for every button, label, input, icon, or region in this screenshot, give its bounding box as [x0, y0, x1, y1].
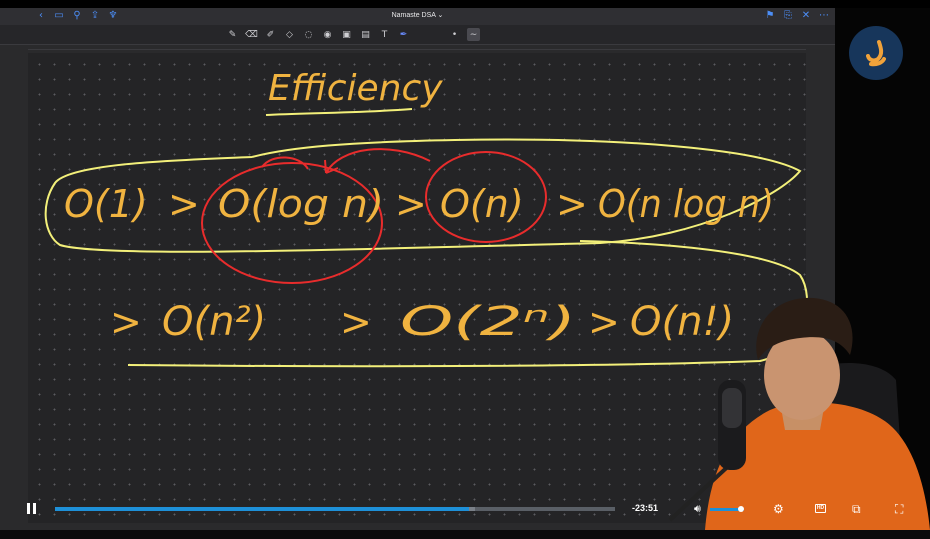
- gt-1: >: [168, 182, 200, 226]
- bottom-strip: [0, 530, 930, 539]
- hd-icon[interactable]: HD: [815, 504, 826, 513]
- bookmark-icon[interactable]: ⚑: [765, 10, 775, 22]
- presenter-video: [668, 297, 930, 530]
- settings-icon[interactable]: ⚙: [773, 502, 784, 516]
- gt-6: >: [588, 300, 620, 344]
- pen-icon[interactable]: ✎: [226, 28, 239, 41]
- highlighter-icon[interactable]: ✐: [264, 28, 277, 41]
- volume-knob[interactable]: [737, 506, 744, 512]
- complexity-ologn: O(log n): [218, 182, 384, 226]
- volume-slider[interactable]: [710, 506, 744, 512]
- topbar-right-actions: ⚑ ⎘ ✕ ⋯: [765, 10, 829, 22]
- close-icon[interactable]: ✕: [801, 10, 811, 22]
- gt-2: >: [395, 182, 427, 226]
- complexity-o2n: O(2ⁿ): [400, 299, 576, 345]
- image-icon[interactable]: ▣: [340, 28, 353, 41]
- mic-grille: [722, 388, 742, 428]
- camera-icon[interactable]: ▤: [359, 28, 372, 41]
- new-page-icon[interactable]: ⎘: [783, 10, 793, 22]
- microphone-icon[interactable]: ♆: [108, 10, 118, 22]
- app-topbar: ‹ ▭ ⚲ ⇪ ♆ Namaste DSA ⌄ ⚑ ⎘ ✕ ⋯: [0, 8, 835, 25]
- heading-underline: [265, 108, 413, 116]
- text-icon[interactable]: T: [378, 28, 391, 41]
- complexity-on2: O(n²): [162, 299, 266, 345]
- eye-icon[interactable]: ◉: [321, 28, 334, 41]
- document-title: Namaste DSA ⌄: [0, 11, 835, 19]
- sidebar-icon[interactable]: ▭: [54, 10, 64, 22]
- lasso-icon[interactable]: ◌: [302, 28, 315, 41]
- complexity-on: O(n): [440, 182, 524, 226]
- heading-efficiency: Efficiency: [268, 68, 443, 109]
- document-title-text[interactable]: Namaste DSA: [392, 12, 436, 19]
- tool-group: ✎ ⌫ ✐ ◇ ◌ ◉ ▣ ▤ T ✒ • ∼: [226, 28, 480, 41]
- gt-3: >: [556, 182, 588, 226]
- more-icon[interactable]: ⋯: [819, 10, 829, 22]
- gt-4: >: [110, 300, 142, 344]
- fullscreen-icon[interactable]: ⛶: [895, 502, 903, 517]
- time-remaining: -23:51: [632, 503, 659, 513]
- volume-level: [710, 508, 741, 511]
- shapes-icon[interactable]: ◇: [283, 28, 296, 41]
- title-dropdown-caret[interactable]: ⌄: [438, 12, 444, 19]
- channel-logo: [849, 26, 903, 80]
- seek-progress: [55, 507, 470, 511]
- complexity-o1: O(1): [64, 182, 148, 226]
- picture-in-picture-icon[interactable]: ⧉: [852, 502, 861, 517]
- topbar-left-actions: ‹ ▭ ⚲ ⇪ ♆: [36, 10, 118, 22]
- volume-icon[interactable]: 🔊︎: [694, 502, 701, 516]
- arrow-n-to-log-n: [324, 148, 431, 174]
- eraser-icon[interactable]: ⌫: [245, 28, 258, 41]
- complexity-onlogn: O(n log n): [598, 182, 774, 226]
- share-icon[interactable]: ⇪: [90, 10, 100, 22]
- drawing-toolbar: ✎ ⌫ ✐ ◇ ◌ ◉ ▣ ▤ T ✒ • ∼: [0, 25, 835, 45]
- seek-bar[interactable]: [55, 507, 615, 511]
- gt-5: >: [340, 300, 372, 344]
- stroke-style-icon[interactable]: ∼: [467, 28, 480, 41]
- pause-icon[interactable]: [24, 503, 38, 517]
- video-controls: -23:51 🔊︎ ⚙ HD ⧉ ⛶: [0, 498, 930, 530]
- logo-glyph-icon: [866, 40, 886, 67]
- laser-pointer-icon[interactable]: ✒: [397, 28, 410, 41]
- dot-icon[interactable]: •: [448, 28, 461, 41]
- chevron-left-icon[interactable]: ‹: [36, 10, 46, 22]
- search-icon[interactable]: ⚲: [72, 10, 82, 22]
